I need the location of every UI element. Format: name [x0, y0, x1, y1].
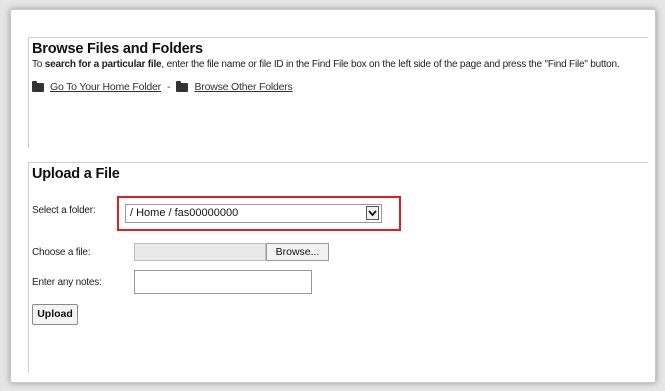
- file-label: Choose a file:: [32, 247, 91, 258]
- upload-section: Upload a File Select a folder: / Home / …: [28, 162, 648, 373]
- folder-label: Select a folder:: [32, 205, 96, 216]
- folder-row: Select a folder:: [32, 205, 126, 216]
- browse-title: Browse Files and Folders: [32, 41, 203, 57]
- browse-section: Browse Files and Folders To search for a…: [28, 37, 648, 148]
- folder-icon: [32, 80, 44, 92]
- upload-button[interactable]: Upload: [32, 304, 78, 325]
- folder-select[interactable]: / Home / fas00000000: [125, 204, 382, 223]
- folder-select-value: / Home / fas00000000: [130, 207, 239, 219]
- file-row: Choose a file:: [32, 247, 126, 258]
- folder-icon: [176, 80, 189, 92]
- browse-button[interactable]: Browse...: [266, 243, 329, 261]
- file-path-field[interactable]: [134, 243, 266, 261]
- browse-other-folders-link[interactable]: Browse Other Folders: [194, 81, 292, 93]
- browse-description: To search for a particular file, enter t…: [32, 59, 620, 70]
- page-panel: Browse Files and Folders To search for a…: [10, 9, 656, 383]
- upload-title: Upload a File: [32, 166, 120, 182]
- notes-row: Enter any notes:: [32, 277, 126, 288]
- notes-input[interactable]: [134, 270, 312, 294]
- chevron-down-icon[interactable]: [366, 206, 379, 220]
- home-folder-link[interactable]: Go To Your Home Folder: [50, 81, 161, 93]
- link-separator: -: [166, 81, 171, 93]
- browse-links: Go To Your Home Folder - Browse Other Fo…: [32, 80, 648, 93]
- notes-label: Enter any notes:: [32, 277, 102, 288]
- folder-select-highlight: / Home / fas00000000: [117, 196, 401, 231]
